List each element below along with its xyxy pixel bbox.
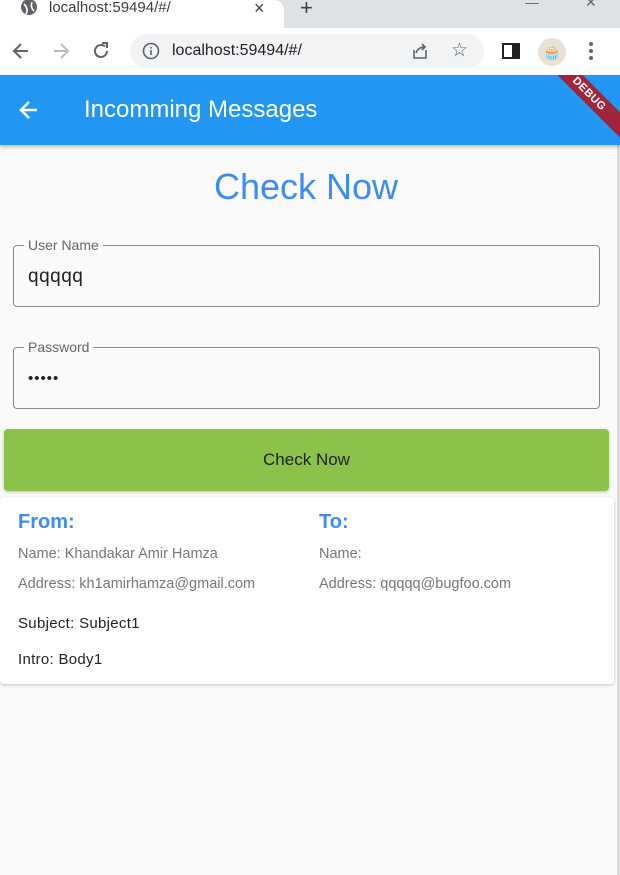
to-title: To: (319, 511, 349, 533)
password-value[interactable]: ••••• (28, 367, 59, 391)
message-card: From: Name: Khandakar Amir Hamza Address… (0, 497, 614, 684)
check-now-button[interactable]: Check Now (4, 429, 609, 491)
share-icon[interactable] (411, 42, 429, 60)
tab-title: localhost:59494/#/ (49, 0, 171, 16)
reload-icon[interactable] (90, 40, 112, 62)
to-address: Address: qqqqq@bugfoo.com (319, 576, 512, 592)
from-name: Name: Khandakar Amir Hamza (18, 546, 218, 562)
browser-toolbar: localhost:59494/#/ ☆ 🧁 (0, 28, 620, 75)
username-value[interactable]: qqqqq (28, 265, 83, 289)
to-name: Name: (319, 546, 362, 562)
password-label: Password (24, 338, 94, 356)
forward-icon[interactable] (50, 40, 72, 62)
new-tab-button[interactable]: + (300, 0, 313, 19)
menu-kebab-icon[interactable] (580, 40, 602, 62)
from-title: From: (18, 511, 75, 533)
password-field[interactable]: Password ••••• (13, 338, 600, 409)
profile-avatar[interactable]: 🧁 (538, 38, 566, 66)
debug-banner: DEBUG (536, 75, 620, 145)
bookmark-star-icon[interactable]: ☆ (451, 41, 468, 60)
site-info-icon[interactable] (142, 42, 160, 60)
address-bar[interactable]: localhost:59494/#/ ☆ (130, 34, 484, 68)
username-label: User Name (24, 236, 103, 254)
back-arrow-icon[interactable] (17, 98, 41, 122)
app-bar: Incomming Messages DEBUG (0, 75, 620, 145)
url-text: localhost:59494/#/ (172, 42, 302, 59)
globe-icon (21, 0, 37, 15)
from-address: Address: kh1amirhamza@gmail.com (18, 576, 256, 592)
minimize-icon[interactable]: — (525, 0, 539, 10)
side-panel-icon[interactable] (500, 40, 522, 62)
app-title: Incomming Messages (84, 96, 318, 123)
browser-tab[interactable]: localhost:59494/#/ × (0, 0, 284, 28)
page-heading: Check Now (213, 166, 399, 207)
username-field[interactable]: User Name qqqqq (13, 236, 600, 307)
close-window-icon[interactable]: ✕ (585, 0, 597, 11)
browser-tab-strip: localhost:59494/#/ × + — ✕ (0, 0, 620, 28)
back-icon[interactable] (10, 40, 32, 62)
tab-close-icon[interactable]: × (254, 0, 265, 17)
message-intro: Intro: Body1 (18, 651, 103, 668)
message-subject: Subject: Subject1 (18, 615, 140, 632)
